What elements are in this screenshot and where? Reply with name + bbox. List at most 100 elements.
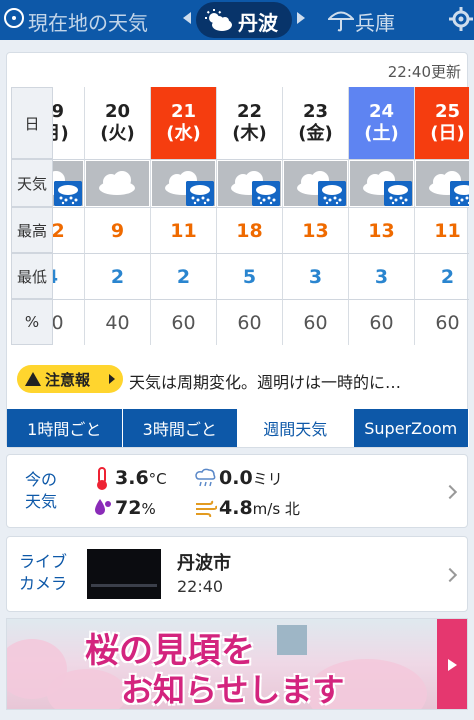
precip-chance: 60 — [283, 299, 349, 345]
row-label-low: 最低 — [11, 253, 53, 299]
forecast-day-column: 24 (土) 13 3 60 — [349, 87, 415, 397]
camera-location: 丹波市 — [177, 553, 231, 574]
weather-cell — [349, 159, 415, 207]
humidity-value: 72% — [115, 497, 156, 519]
tab-hourly[interactable]: 1時間ごと — [7, 409, 123, 447]
umbrella-icon — [328, 11, 354, 32]
warning-badge[interactable]: 注意報 — [17, 365, 123, 393]
wind-value: 4.8m/s 北 — [219, 497, 300, 519]
high-temp: 13 — [283, 207, 349, 253]
thermometer-icon — [97, 467, 107, 490]
low-temp: 5 — [217, 253, 283, 299]
high-temp: 11 — [151, 207, 217, 253]
live-camera-label-2: カメラ — [19, 573, 68, 593]
weekly-forecast-card: 22:40更新 日 天気 最高 最低 % 19(月)1245020(火)9240… — [6, 52, 469, 448]
high-temp: 9 — [85, 207, 151, 253]
precip-chance: 60 — [415, 299, 469, 345]
day-weekday: (土) — [364, 123, 399, 144]
low-temp: 2 — [85, 253, 151, 299]
rain-icon — [186, 181, 214, 206]
day-date: 21 — [170, 100, 197, 122]
warning-icon — [25, 372, 41, 386]
day-weekday: (日) — [430, 123, 465, 144]
row-label-day: 日 — [11, 87, 53, 159]
banner-subline: お知らせします — [121, 671, 345, 709]
play-icon — [109, 374, 115, 384]
day-date: 22 — [236, 100, 263, 122]
day-header: 22 (木) — [217, 87, 283, 159]
tab-superzoom[interactable]: SuperZoom — [353, 409, 469, 447]
tab-3hourly[interactable]: 3時間ごと — [122, 409, 238, 447]
high-temp: 18 — [217, 207, 283, 253]
camera-thumbnail[interactable] — [87, 549, 161, 599]
cloud-sun-icon — [205, 9, 232, 31]
location-icon[interactable] — [4, 8, 24, 28]
day-weekday: (木) — [232, 123, 267, 144]
banner-play-button[interactable] — [437, 619, 467, 709]
chevron-right-icon[interactable] — [297, 12, 305, 24]
rain-icon — [384, 181, 412, 206]
top-nav: 現在地の天気 丹波 兵庫 — [0, 0, 474, 40]
precip-chance: 60 — [349, 299, 415, 345]
chevron-right-icon[interactable] — [442, 484, 458, 500]
day-header: 25 (日) — [415, 87, 469, 159]
current-location-label[interactable]: 丹波 — [238, 7, 278, 36]
tab-weekly[interactable]: 週間天気 — [238, 409, 354, 447]
day-weekday: (金) — [298, 123, 333, 144]
forecast-table: 日 天気 最高 最低 % 19(月)1245020(火)924021(水)112… — [11, 87, 469, 397]
row-label-precip: % — [11, 299, 53, 345]
day-date: 25 — [434, 100, 461, 122]
high-temp: 11 — [415, 207, 469, 253]
notice-bar[interactable]: 注意報 天気は周期変化。週明けは一時的に… — [17, 363, 465, 397]
rain-icon — [318, 181, 346, 206]
rain-icon — [252, 181, 280, 206]
wind-icon — [196, 500, 217, 517]
blossom-decoration — [47, 669, 127, 709]
weather-cell — [415, 159, 469, 207]
current-weather-label-1: 今の — [25, 470, 58, 489]
live-camera-card[interactable]: ライブ カメラ 丹波市 22:40 — [6, 536, 468, 612]
humidity-icon — [95, 499, 111, 515]
precip-chance: 60 — [151, 299, 217, 345]
forecast-day-column: 20 (火) 9 2 40 — [85, 87, 151, 397]
day-weekday: (火) — [100, 123, 135, 144]
current-weather-card[interactable]: 今の 天気 3.6°C 0.0ミリ 72% 4.8m/s 北 — [6, 454, 468, 528]
row-label-high: 最高 — [11, 207, 53, 253]
day-header: 21 (水) — [151, 87, 217, 159]
current-weather-label-2: 天気 — [25, 491, 58, 511]
updated-time: 22:40更新 — [387, 63, 461, 81]
cloud-icon — [99, 171, 135, 195]
weather-cell — [217, 159, 283, 207]
temperature-value: 3.6°C — [115, 467, 167, 489]
precip-chance: 60 — [217, 299, 283, 345]
low-temp: 3 — [283, 253, 349, 299]
forecast-tabs: 1時間ごと 3時間ごと 週間天気 SuperZoom — [7, 409, 469, 447]
gear-icon[interactable] — [448, 6, 474, 32]
rain-icon — [54, 181, 82, 206]
rain-icon — [450, 181, 469, 206]
high-temp: 13 — [349, 207, 415, 253]
nav-next-location[interactable]: 兵庫 — [355, 7, 395, 36]
chevron-right-icon[interactable] — [442, 567, 458, 583]
weather-cell — [85, 159, 151, 207]
chevron-left-icon[interactable] — [183, 12, 191, 24]
day-header: 20 (火) — [85, 87, 151, 159]
low-temp: 3 — [349, 253, 415, 299]
nav-prev-location[interactable]: 現在地の天気 — [28, 7, 148, 36]
weather-cell — [151, 159, 217, 207]
notice-text[interactable]: 天気は周期変化。週明けは一時的に… — [129, 369, 465, 393]
day-header: 24 (土) — [349, 87, 415, 159]
camera-time: 22:40 — [177, 577, 224, 596]
day-weekday: (水) — [166, 123, 201, 144]
precipitation-value: 0.0ミリ — [219, 467, 283, 489]
cherry-blossom-banner[interactable]: 桜の見頃を お知らせします — [6, 618, 468, 710]
low-temp: 2 — [151, 253, 217, 299]
forecast-day-column: 22 (木) 18 5 60 — [217, 87, 283, 397]
live-camera-label: ライブ カメラ — [19, 551, 67, 594]
day-date: 20 — [104, 100, 131, 122]
building-decoration — [277, 625, 307, 655]
row-label-weather: 天気 — [11, 159, 53, 207]
weather-cell — [283, 159, 349, 207]
forecast-day-column: 23 (金) 13 3 60 — [283, 87, 349, 397]
rain-cloud-icon — [195, 468, 216, 487]
